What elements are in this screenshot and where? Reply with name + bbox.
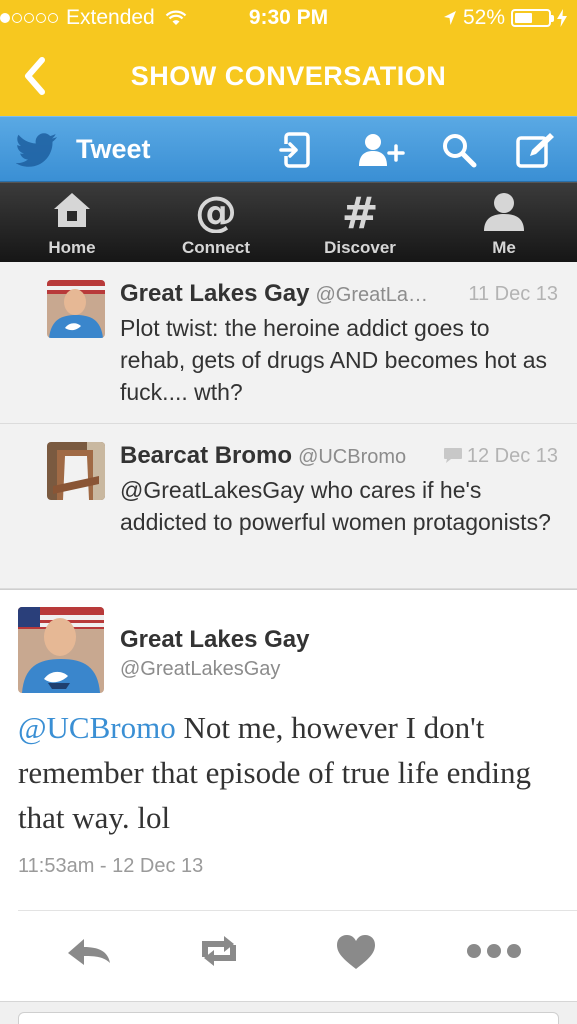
at-icon: @ (195, 189, 237, 233)
tweet-actions (18, 910, 577, 1000)
hash-icon: # (342, 189, 379, 233)
avatar[interactable] (47, 280, 105, 338)
status-right: 52% (443, 6, 567, 30)
avatar[interactable] (47, 442, 105, 500)
more-icon[interactable] (464, 931, 524, 971)
retweet-icon[interactable] (194, 931, 244, 971)
page-title: SHOW CONVERSATION (130, 61, 447, 91)
tweet-date-group: 12 Dec 13 (443, 445, 558, 468)
tweet-author-name: Bearcat Bromo (120, 442, 293, 469)
favorite-icon[interactable] (331, 931, 381, 971)
tab-me-label: Me (492, 238, 516, 257)
reply-bubble-icon (443, 448, 462, 463)
tab-connect[interactable]: @ Connect (156, 183, 276, 263)
app-screen: Extended 9:30 PM 52% SHOW CONVERSATION T… (0, 0, 577, 1024)
tab-home[interactable]: Home (12, 183, 132, 263)
reply-bar (0, 1001, 577, 1024)
tweet-text: @UCBromo Not me, however I don't remembe… (18, 705, 563, 840)
battery-icon (511, 9, 554, 27)
twitter-bird-icon (16, 133, 57, 167)
twitter-toolbar: Tweet (0, 116, 577, 182)
tweet-date: 11 Dec 13 (468, 283, 558, 305)
tab-bar: Home @ Connect # Discover Me (0, 182, 577, 262)
tweet-author: Great Lakes Gay @GreatLa… (120, 280, 428, 308)
toolbar-title: Tweet (76, 134, 151, 164)
conversation-tweet[interactable]: Bearcat Bromo @UCBromo 12 Dec 13 @GreatLa… (0, 424, 577, 589)
tab-me[interactable]: Me (444, 183, 564, 263)
conversation-tweet[interactable]: Great Lakes Gay @GreatLa… 11 Dec 13 Plot … (0, 262, 577, 424)
tweet-author-name: Great Lakes Gay (120, 280, 310, 307)
tweet-date: 12 Dec 13 (466, 445, 558, 467)
sign-in-icon[interactable] (278, 132, 312, 168)
tweet-timestamp: 11:53am - 12 Dec 13 (18, 855, 204, 877)
avatar[interactable] (18, 607, 104, 693)
svg-text:#: # (342, 189, 379, 233)
tab-home-label: Home (48, 238, 96, 257)
tweet-author-handle: @GreatLa… (315, 284, 429, 306)
tab-discover-label: Discover (324, 238, 396, 257)
person-icon (484, 193, 524, 231)
home-icon (54, 193, 90, 227)
tweet-author: Bearcat Bromo @UCBromo (120, 442, 406, 470)
reply-input[interactable] (18, 1012, 559, 1024)
status-bar: Extended 9:30 PM 52% (0, 0, 577, 38)
compose-icon[interactable] (516, 132, 556, 168)
mention-link[interactable]: @UCBromo (18, 710, 176, 745)
charging-bolt-icon (557, 9, 567, 27)
battery-fill (515, 13, 532, 23)
main-tweet: Great Lakes Gay @GreatLakesGay @UCBromo … (0, 589, 577, 1024)
tweet-author-handle: @GreatLakesGay (120, 658, 281, 680)
location-arrow-icon (443, 11, 456, 25)
add-user-icon[interactable] (358, 132, 406, 168)
reply-icon[interactable] (64, 931, 114, 971)
tweet-author-name: Great Lakes Gay (120, 626, 310, 653)
tweet-text: @GreatLakesGay who cares if he's addicte… (120, 477, 551, 535)
tweet-author-handle: @UCBromo (298, 446, 407, 468)
svg-text:@: @ (195, 189, 237, 233)
battery-percent: 52% (462, 6, 505, 29)
app-header: Extended 9:30 PM 52% SHOW CONVERSATION (0, 0, 577, 116)
tweet-text: Plot twist: the heroine addict goes to r… (120, 315, 548, 405)
tab-connect-label: Connect (182, 238, 250, 257)
search-icon[interactable] (441, 132, 477, 168)
tab-discover[interactable]: # Discover (300, 183, 420, 263)
nav-row: SHOW CONVERSATION (0, 38, 577, 116)
